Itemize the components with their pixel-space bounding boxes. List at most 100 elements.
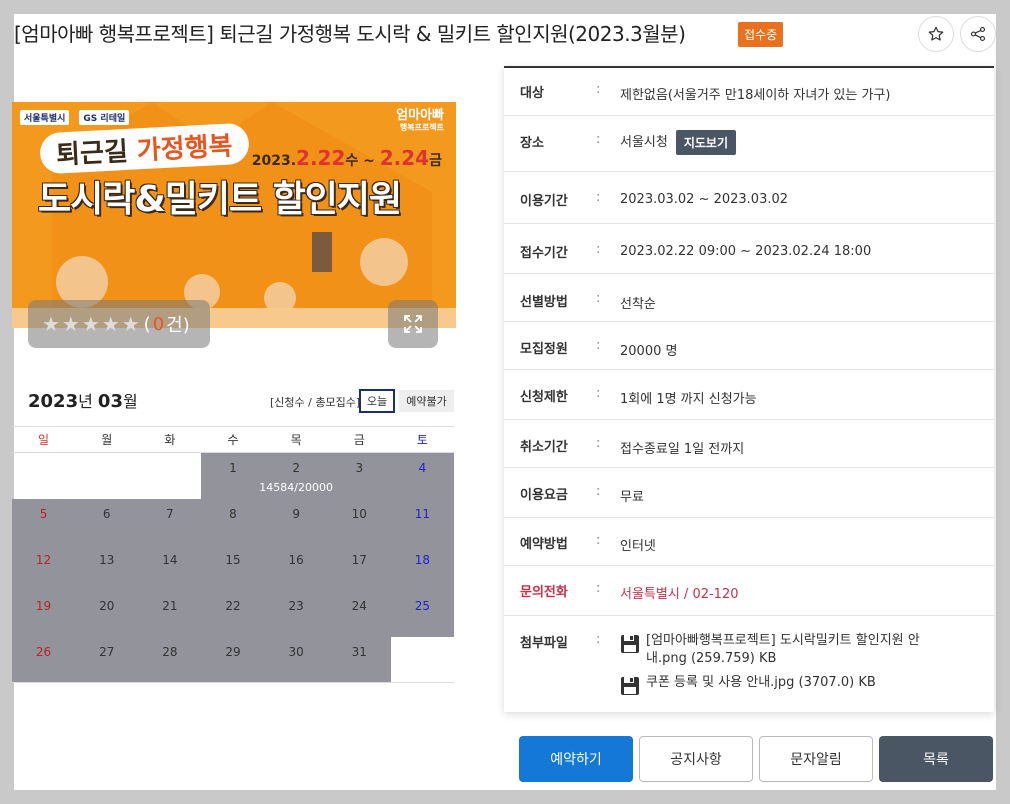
seoul-logo: 서울특별시 (20, 110, 70, 125)
calendar-day[interactable]: 25 (390, 590, 454, 637)
calendar-day[interactable]: 22 (201, 590, 265, 637)
info-colon: : (596, 581, 601, 596)
calendar-day[interactable]: 12 (12, 544, 76, 591)
info-colon: : (596, 291, 601, 306)
list-button[interactable]: 목록 (879, 736, 993, 782)
status-badge: 접수중 (738, 22, 784, 47)
poster-headline: 도시락&밀키트 할인지원 (38, 179, 402, 220)
sms-alert-button[interactable]: 문자알림 (759, 736, 873, 782)
info-label: 예약방법 (520, 537, 568, 552)
calendar-month-suffix: 월 (122, 392, 138, 411)
calendar-day[interactable]: 29 (201, 636, 265, 683)
calendar-day[interactable]: 9 (264, 498, 328, 545)
calendar-day[interactable]: 20 (75, 590, 139, 637)
info-row-cancel: 취소기간 : 접수종료일 1일 전까지 (504, 420, 994, 468)
info-colon: : (596, 242, 601, 257)
weekday-fri: 금 (327, 426, 391, 453)
page-title: [엄마아빠 행복프로젝트] 퇴근길 가정행복 도시락 & 밀키트 할인지원(20… (14, 22, 686, 46)
attachment-list: [엄마아빠행복프로젝트] 도시락밀키트 할인지원 안내.png (259.759… (620, 632, 960, 702)
calendar-empty-cell (12, 453, 75, 499)
info-label: 접수기간 (520, 246, 568, 261)
sponsor-logos: 서울특별시 GS 리테일 (20, 110, 130, 125)
info-value: 무료 (620, 490, 644, 505)
calendar-day[interactable]: 5 (12, 498, 76, 545)
calendar-day[interactable]: 23 (264, 590, 328, 637)
poster-subtitle-a: 퇴근길 (55, 136, 138, 171)
calendar-day[interactable]: 18 (390, 544, 454, 591)
info-colon: : (596, 190, 601, 205)
info-label: 이용기간 (520, 194, 568, 209)
calendar-day[interactable]: 26 (12, 636, 76, 683)
calendar-day[interactable]: 14 (138, 544, 202, 591)
calendar-empty-cell (138, 453, 201, 499)
calendar-month: 03 (97, 391, 123, 412)
today-button[interactable]: 오늘 (359, 389, 395, 413)
rating-display: ★★★★★ (0 건) (28, 300, 210, 348)
calendar-day[interactable]: 24 (327, 590, 391, 637)
star-icon (928, 26, 944, 41)
notice-button[interactable]: 공지사항 (639, 736, 753, 782)
info-value: 선착순 (620, 297, 656, 312)
share-button[interactable] (960, 16, 996, 52)
attachment-item[interactable]: 쿠폰 등록 및 사용 안내.jpg (3707.0) KB (620, 674, 960, 696)
attachment-item[interactable]: [엄마아빠행복프로젝트] 도시락밀키트 할인지원 안내.png (259.759… (620, 632, 960, 668)
weekday-header: 일 월 화 수 목 금 토 (12, 426, 454, 453)
calendar-day[interactable]: 10 (327, 498, 391, 545)
info-row-fee: 이용요금 : 무료 (504, 468, 994, 518)
save-file-icon (621, 677, 639, 695)
calendar-day[interactable]: 15 (201, 544, 265, 591)
calendar-day[interactable]: 17 (327, 544, 391, 591)
info-value: 1회에 1명 까지 신청가능 (620, 392, 757, 407)
info-label: 대상 (520, 86, 544, 101)
calendar-day[interactable]: 2 14584/20000 (259, 452, 333, 499)
expand-icon (404, 315, 422, 333)
info-value: 인터넷 (620, 539, 656, 554)
calendar-day[interactable]: 28 (138, 636, 202, 683)
brand-subtitle: 행복프로젝트 (399, 123, 444, 132)
calendar-day[interactable]: 27 (75, 636, 139, 683)
info-row-apply-period: 접수기간 : 2023.02.22 09:00 ~ 2023.02.24 18:… (504, 224, 994, 274)
weekday-thu: 목 (264, 426, 328, 453)
poster-date-e: 금 (429, 153, 442, 169)
page: [엄마아빠 행복프로젝트] 퇴근길 가정행복 도시락 & 밀키트 할인지원(20… (0, 0, 1010, 804)
info-colon: : (596, 533, 601, 548)
attachment-filename[interactable]: 쿠폰 등록 및 사용 안내.jpg (3707.0) KB (646, 674, 876, 692)
attachment-filename[interactable]: [엄마아빠행복프로젝트] 도시락밀키트 할인지원 안내.png (259.759… (646, 632, 960, 668)
weekday-tue: 화 (138, 426, 202, 453)
calendar-day[interactable]: 4 (390, 452, 454, 499)
info-label: 신청제한 (520, 390, 568, 405)
calendar-day[interactable]: 3 (327, 452, 391, 499)
info-row-contact: 문의전화 : 서울특별시 / 02-120 (504, 566, 994, 616)
info-row-limit: 신청제한 : 1회에 1명 까지 신청가능 (504, 370, 994, 420)
weekday-mon: 월 (75, 426, 139, 453)
calendar-day[interactable]: 7 (138, 498, 202, 545)
calendar-day[interactable]: 8 (201, 498, 265, 545)
calendar-day[interactable]: 16 (264, 544, 328, 591)
info-value: 서울특별시 / 02-120 (620, 587, 739, 602)
info-label: 장소 (520, 136, 544, 151)
expand-image-button[interactable] (388, 300, 438, 348)
calendar-day[interactable]: 11 (390, 498, 454, 545)
info-colon: : (596, 132, 601, 147)
share-icon (970, 26, 986, 42)
info-row-use-period: 이용기간 : 2023.03.02 ~ 2023.03.02 (504, 172, 994, 224)
reserve-button[interactable]: 예약하기 (519, 736, 633, 782)
map-view-button[interactable]: 지도보기 (675, 130, 737, 155)
calendar-day[interactable]: 13 (75, 544, 139, 591)
favorite-button[interactable] (918, 16, 954, 52)
info-label: 취소기간 (520, 440, 568, 455)
calendar-empty-cell (390, 636, 454, 683)
calendar-day[interactable]: 21 (138, 590, 202, 637)
calendar-day[interactable]: 31 (327, 636, 391, 683)
info-label: 모집정원 (520, 342, 568, 357)
poster-subtitle-b: 가정행복 (136, 131, 234, 167)
calendar-day[interactable]: 6 (75, 498, 139, 545)
poster-date-range: 2023.2.22수 ~ 2.24금 (252, 146, 442, 170)
info-colon: : (596, 436, 601, 451)
calendar-day[interactable]: 30 (264, 636, 328, 683)
calendar-year-suffix: 년 (78, 392, 98, 411)
calendar-day[interactable]: 19 (12, 590, 76, 637)
no-reservation-legend: 예약불가 (399, 390, 454, 412)
rating-close: 건) (166, 315, 190, 336)
reservation-calendar: 일 월 화 수 목 금 토 1 2 14584/20000 3 4 5 6 7 … (12, 426, 454, 683)
